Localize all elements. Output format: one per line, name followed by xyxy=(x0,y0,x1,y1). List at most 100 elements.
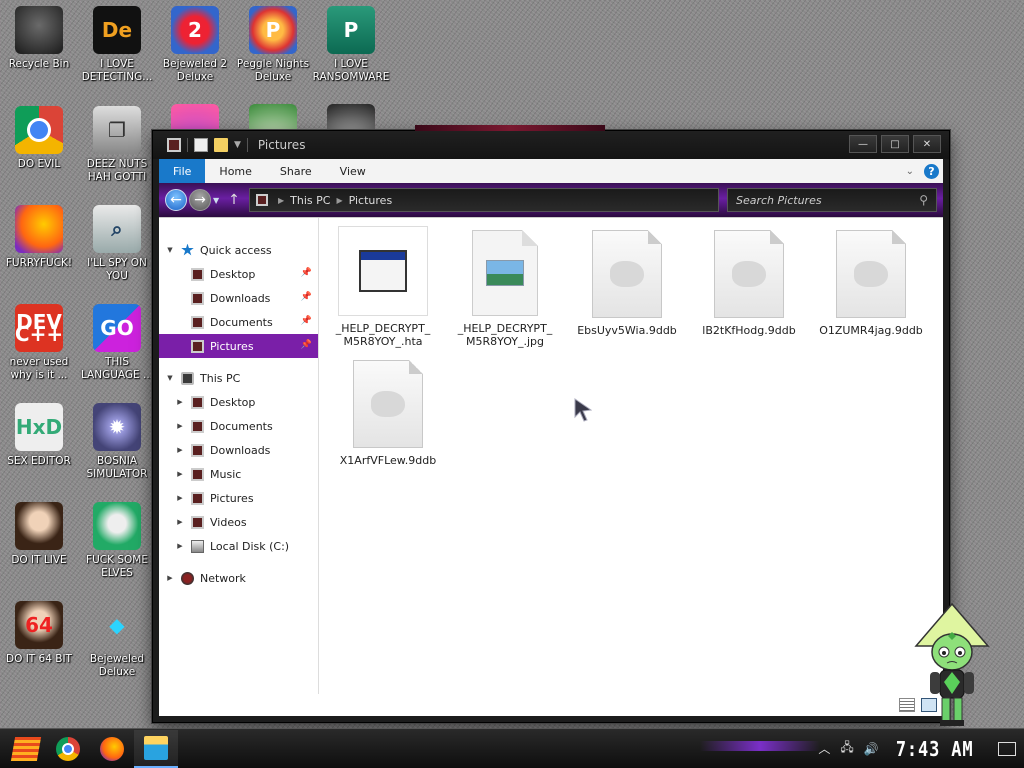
breadcrumb-this-pc[interactable]: This PC xyxy=(290,194,330,207)
file-item[interactable]: _HELP_DECRYPT_ M5R8YOY_.hta xyxy=(323,226,443,348)
desktop-icon-bejeweled-2[interactable]: 2 Bejeweled 2 Deluxe xyxy=(156,6,234,84)
collapse-icon[interactable]: ▼ xyxy=(165,374,175,382)
firefox-icon xyxy=(15,205,63,253)
properties-icon[interactable] xyxy=(194,138,208,152)
collapse-icon[interactable]: ▼ xyxy=(165,246,175,254)
show-hidden-icons-icon[interactable]: ︿ xyxy=(818,740,830,757)
nav-pc-desktop[interactable]: ▶ Desktop xyxy=(159,390,318,414)
nav-quick-documents[interactable]: Documents 📌 xyxy=(159,310,318,334)
forward-button[interactable]: → xyxy=(189,189,211,211)
nav-this-pc[interactable]: ▼ This PC xyxy=(159,366,318,390)
tab-file[interactable]: File xyxy=(159,159,206,183)
mine-icon: ✹ xyxy=(93,403,141,451)
blank-file-icon xyxy=(592,230,662,318)
chrome-icon xyxy=(15,106,63,154)
explorer-window: ▼ Pictures — □ ✕ File Home Share View ⌄ … xyxy=(152,125,990,726)
tab-view[interactable]: View xyxy=(326,159,380,183)
tab-share[interactable]: Share xyxy=(266,159,326,183)
search-icon[interactable]: ⚲ xyxy=(919,193,928,207)
file-item[interactable]: _HELP_DECRYPT_ M5R8YOY_.jpg xyxy=(445,230,565,348)
pin-icon[interactable]: 📌 xyxy=(301,316,312,326)
desktop-icon-do-it-live[interactable]: DO IT LIVE xyxy=(0,502,78,567)
expand-icon[interactable]: ▶ xyxy=(175,494,185,502)
file-item[interactable]: X1ArfVFLew.9ddb xyxy=(328,360,448,467)
close-button[interactable]: ✕ xyxy=(913,135,941,153)
minimize-button[interactable]: — xyxy=(849,135,877,153)
new-folder-icon[interactable] xyxy=(214,138,228,152)
file-item[interactable]: lB2tKfHodg.9ddb xyxy=(689,230,809,337)
content-area: ▼ Quick access Desktop 📌 Downloads 📌 Doc… xyxy=(159,217,990,726)
back-button[interactable]: ← xyxy=(165,189,187,211)
desktop-icon-bejeweled[interactable]: ◆ Bejeweled Deluxe xyxy=(78,601,156,679)
title-bar[interactable]: ▼ Pictures — □ ✕ xyxy=(153,131,949,159)
expand-ribbon-icon[interactable]: ⌄ xyxy=(906,166,914,177)
desktop-icon-bosnia[interactable]: ✹ BOSNIA SIMULATOR xyxy=(78,403,156,481)
taskbar-file-explorer[interactable] xyxy=(134,729,178,768)
maximize-button[interactable]: □ xyxy=(881,135,909,153)
desktop-icon-hxd[interactable]: HxD SEX EDITOR xyxy=(0,403,78,468)
desktop-icon-devcpp[interactable]: DEV C++ never used why is it ... xyxy=(0,304,78,382)
expand-icon[interactable]: ▶ xyxy=(175,518,185,526)
copy-icon: ❐ xyxy=(93,106,141,154)
nav-quick-desktop[interactable]: Desktop 📌 xyxy=(159,262,318,286)
expand-icon[interactable]: ▶ xyxy=(175,422,185,430)
tab-home[interactable]: Home xyxy=(205,159,265,183)
network-icon xyxy=(181,571,194,585)
nav-quick-pictures[interactable]: Pictures 📌 xyxy=(159,334,318,358)
taskbar-firefox[interactable] xyxy=(90,730,134,768)
desktop-icon-firefox[interactable]: FURRYFUCK! xyxy=(0,205,78,270)
large-icons-view-icon[interactable] xyxy=(921,698,937,712)
pin-icon[interactable]: 📌 xyxy=(301,340,312,350)
desktop-icon-elves[interactable]: FUCK SOME ELVES xyxy=(78,502,156,580)
desktop-icon-goland[interactable]: GO THIS LANGUAGE ... xyxy=(78,304,156,382)
expand-icon[interactable]: ▶ xyxy=(175,542,185,550)
desktop-icon-ransomware[interactable]: P I LOVE RANSOMWARE xyxy=(312,6,390,84)
desktop-icon-do-it-64[interactable]: 64 DO IT 64 BIT xyxy=(0,601,78,666)
taskbar-chrome[interactable] xyxy=(46,730,90,768)
desktop-icon-recycle-bin[interactable]: Recycle Bin xyxy=(0,6,78,71)
desktop-icon-spy[interactable]: ⌕ I'LL SPY ON YOU xyxy=(78,205,156,283)
file-name: X1ArfVFLew.9ddb xyxy=(339,454,437,467)
desktop-icon-detect[interactable]: De I LOVE DETECTING... xyxy=(78,6,156,84)
spy-icon: ⌕ xyxy=(93,205,141,253)
peggle-icon: P xyxy=(249,6,297,54)
publisher-icon: P xyxy=(327,6,375,54)
volume-icon[interactable]: 🔊 xyxy=(864,742,879,756)
desktop-icon-peggle[interactable]: P Peggle Nights Deluxe xyxy=(234,6,312,84)
up-button[interactable]: ↑ xyxy=(225,192,243,208)
address-bar[interactable]: ▶ This PC ▶ Pictures xyxy=(249,188,719,212)
nav-quick-access[interactable]: ▼ Quick access xyxy=(159,238,318,262)
nav-pc-downloads[interactable]: ▶ Downloads xyxy=(159,438,318,462)
clock[interactable]: 7:43 AM xyxy=(896,737,974,761)
nav-pc-documents[interactable]: ▶ Documents xyxy=(159,414,318,438)
toolbar-divider xyxy=(187,138,188,152)
nav-pc-pictures[interactable]: ▶ Pictures xyxy=(159,486,318,510)
nav-pc-local-disk[interactable]: ▶ Local Disk (C:) xyxy=(159,534,318,558)
file-item[interactable]: EbsUyv5Wia.9ddb xyxy=(567,230,687,337)
nav-network[interactable]: ▶ Network xyxy=(159,566,318,590)
search-box[interactable]: ⚲ xyxy=(727,188,937,212)
help-icon[interactable]: ? xyxy=(924,163,939,179)
explorer-icon[interactable] xyxy=(167,138,181,152)
start-button[interactable] xyxy=(6,731,46,767)
breadcrumb-pictures[interactable]: Pictures xyxy=(349,194,393,207)
network-icon[interactable]: 🖧 xyxy=(840,738,853,759)
desktop-icon-chrome[interactable]: DO EVIL xyxy=(0,106,78,171)
nav-pc-videos[interactable]: ▶ Videos xyxy=(159,510,318,534)
notification-icon[interactable] xyxy=(998,741,1016,756)
details-view-icon[interactable] xyxy=(899,698,915,712)
file-item[interactable]: O1ZUMR4jag.9ddb xyxy=(811,230,931,337)
pin-icon[interactable]: 📌 xyxy=(301,268,312,278)
nav-quick-downloads[interactable]: Downloads 📌 xyxy=(159,286,318,310)
pin-icon[interactable]: 📌 xyxy=(301,292,312,302)
nav-label: Local Disk (C:) xyxy=(210,539,290,553)
recent-locations-icon[interactable]: ▼ xyxy=(213,196,225,205)
expand-icon[interactable]: ▶ xyxy=(175,470,185,478)
search-input[interactable] xyxy=(736,193,920,207)
expand-icon[interactable]: ▶ xyxy=(165,574,175,582)
nav-pc-music[interactable]: ▶ Music xyxy=(159,462,318,486)
expand-icon[interactable]: ▶ xyxy=(175,446,185,454)
desktop-icon-deez[interactable]: ❐ DEEZ NUTS HAH GOTTI xyxy=(78,106,156,184)
customize-toolbar-icon[interactable]: ▼ xyxy=(234,140,241,150)
expand-icon[interactable]: ▶ xyxy=(175,398,185,406)
